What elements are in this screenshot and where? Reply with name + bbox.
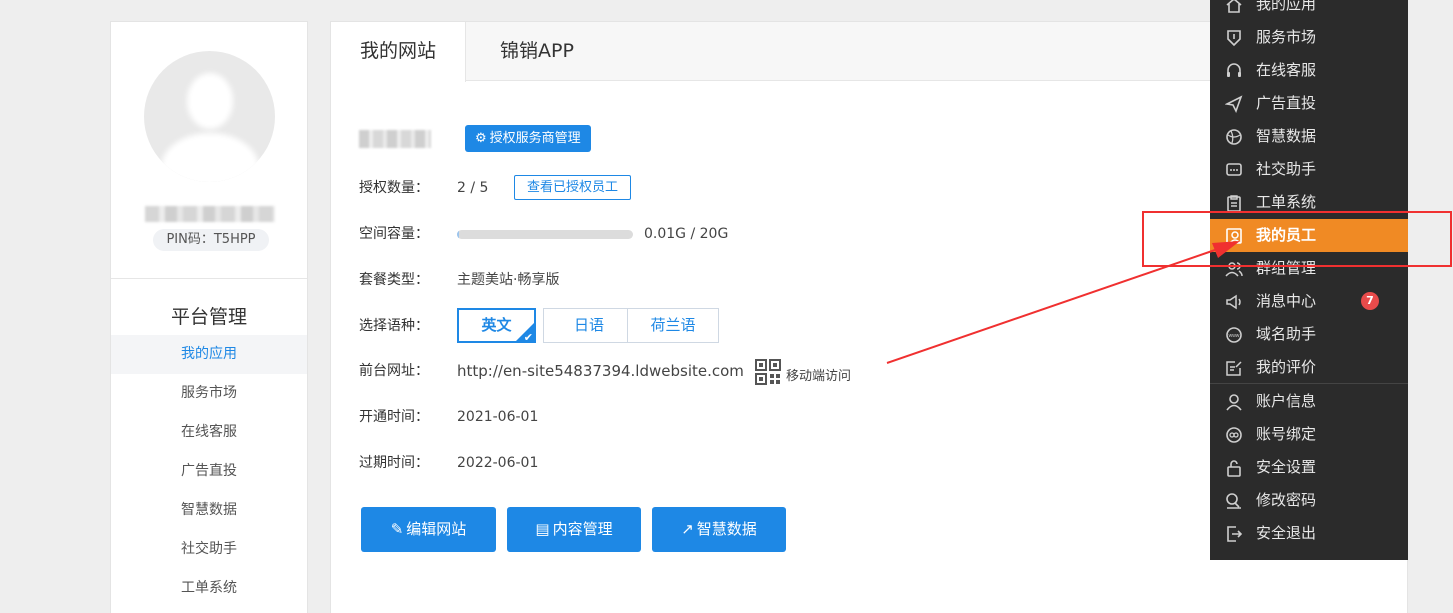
auth-provider-button[interactable]: ⚙ 授权服务商管理 [465,125,591,152]
space-progress-bar [457,230,633,239]
qr-code-icon[interactable] [755,359,781,385]
www-icon: www [1226,327,1242,343]
trend-icon: ↗ [681,520,694,538]
sidebar-item-online-service[interactable]: 在线客服 [111,413,307,452]
sidebar-item-ticket[interactable]: 工单系统 [111,569,307,608]
platform-nav: 我的应用 服务市场 在线客服 广告直投 智慧数据 社交助手 工单系统 [111,335,307,608]
menu-item-my-apps[interactable]: 我的应用 [1210,0,1408,21]
expire-date-row: 过期时间： 2022-06-01 [359,452,659,474]
menu-item-account-binding[interactable]: 账号绑定 [1210,418,1408,451]
menu-item-social[interactable]: 社交助手 [1210,153,1408,186]
chat-icon [1226,163,1242,176]
sidebar-item-social[interactable]: 社交助手 [111,530,307,569]
logout-icon [1227,526,1243,542]
review-icon [1226,361,1242,376]
menu-item-domain[interactable]: www 域名助手 [1210,318,1408,351]
mobile-access-link[interactable]: 移动端访问 [786,365,851,384]
expire-date-value: 2022-06-01 [457,455,539,471]
auth-count-value: 2 / 5 [457,180,489,196]
profile-sidebar: PIN码：T5HPP 平台管理 我的应用 服务市场 在线客服 广告直投 智慧数据… [110,21,308,613]
smart-data-button[interactable]: ↗ 智慧数据 [652,507,786,552]
space-label: 空间容量： [359,226,429,242]
user-dropdown-menu: 我的应用 服务市场 在线客服 广告直投 智慧数据 社交助手 工单系统 我的员工 … [1210,0,1408,560]
lang-option-dutch[interactable]: 荷兰语 [627,308,719,343]
menu-item-security[interactable]: 安全设置 [1210,451,1408,484]
expire-date-label: 过期时间： [359,455,429,471]
plan-label: 套餐类型： [359,272,429,288]
pencil-icon: ✎ [390,520,404,538]
globe-icon [1226,129,1242,145]
menu-item-change-password[interactable]: 修改密码 [1210,484,1408,517]
avatar [144,51,275,182]
open-date-value: 2021-06-01 [457,409,539,425]
plan-row: 套餐类型： 主题美站·畅享版 [359,269,759,291]
sidebar-item-smart-data[interactable]: 智慧数据 [111,491,307,530]
blurred-site-name [359,130,431,148]
platform-title: 平台管理 [170,306,247,328]
user-icon [1226,394,1242,411]
edit-key-icon [1226,493,1241,509]
screen-icon: ▤ [535,520,550,538]
check-icon: ✔ [523,331,533,343]
menu-item-service-market[interactable]: 服务市场 [1210,21,1408,54]
url-row: 前台网址： http://en-site54837394.ldwebsite.c… [359,360,789,382]
gear-icon: ⚙ [475,131,487,146]
send-icon [1225,95,1243,113]
sidebar-item-my-apps[interactable]: 我的应用 [111,335,307,374]
menu-item-reviews[interactable]: 我的评价 [1210,351,1408,384]
plan-value: 主题美站·畅享版 [457,272,560,288]
menu-item-ads[interactable]: 广告直投 [1210,87,1408,120]
open-date-label: 开通时间： [359,409,429,425]
tab-my-website[interactable]: 我的网站 [331,22,466,82]
tab-app[interactable]: 锦销APP [466,22,608,81]
message-count-badge: 7 [1361,292,1379,310]
edit-website-button[interactable]: ✎ 编辑网站 [361,507,496,552]
url-label: 前台网址： [359,363,429,379]
divider [111,278,307,279]
annotation-highlight-box [1142,211,1452,267]
lang-row: 选择语种： [359,315,459,337]
megaphone-icon [1226,294,1241,310]
menu-item-logout[interactable]: 安全退出 [1210,517,1408,550]
lang-option-english[interactable]: 英文 ✔ [457,308,536,343]
headset-icon [1227,63,1241,77]
menu-item-messages[interactable]: 消息中心 7 [1210,285,1408,318]
menu-item-smart-data[interactable]: 智慧数据 [1210,120,1408,153]
shield-icon [1227,30,1241,47]
space-value: 0.01G / 20G [644,226,729,242]
content-manage-button[interactable]: ▤ 内容管理 [507,507,641,552]
link-icon [1226,427,1242,443]
blurred-username [145,206,275,222]
view-staff-button[interactable]: 查看已授权员工 [514,175,632,200]
lang-option-japanese[interactable]: 日语 [543,308,635,343]
clipboard-icon [1227,195,1241,212]
open-date-row: 开通时间： 2021-06-01 [359,406,659,428]
svg-text:www: www [1229,333,1240,339]
sidebar-item-ads[interactable]: 广告直投 [111,452,307,491]
menu-item-account-info[interactable]: 账户信息 [1210,385,1408,418]
sidebar-item-service-market[interactable]: 服务市场 [111,374,307,413]
site-url-link[interactable]: http://en-site54837394.ldwebsite.com [457,360,744,382]
lock-icon [1227,460,1241,477]
lang-label: 选择语种： [359,318,429,334]
menu-divider [1210,383,1408,384]
home-icon [1226,0,1242,13]
auth-count-label: 授权数量： [359,180,429,196]
pin-code: PIN码：T5HPP [153,229,269,251]
menu-item-online-service[interactable]: 在线客服 [1210,54,1408,87]
